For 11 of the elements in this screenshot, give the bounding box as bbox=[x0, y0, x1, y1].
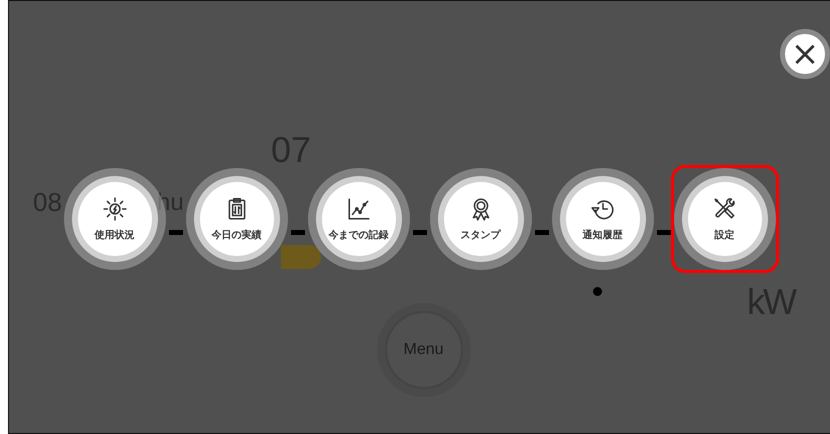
menu-item[interactable]: 通知履歴 bbox=[560, 176, 646, 262]
sun-icon bbox=[102, 196, 128, 222]
menu-item[interactable]: 今日の実績 bbox=[194, 176, 280, 262]
menu-item[interactable]: 今までの記録 bbox=[316, 176, 402, 262]
page-dot bbox=[593, 287, 602, 296]
close-button[interactable]: × bbox=[780, 29, 830, 79]
menu-item[interactable]: 使用状況 bbox=[72, 176, 158, 262]
status-pill bbox=[281, 245, 321, 269]
line-graph-icon bbox=[346, 196, 372, 222]
menu-item[interactable]: 設定 bbox=[682, 176, 768, 262]
menu-item[interactable]: スタンプ bbox=[438, 176, 524, 262]
